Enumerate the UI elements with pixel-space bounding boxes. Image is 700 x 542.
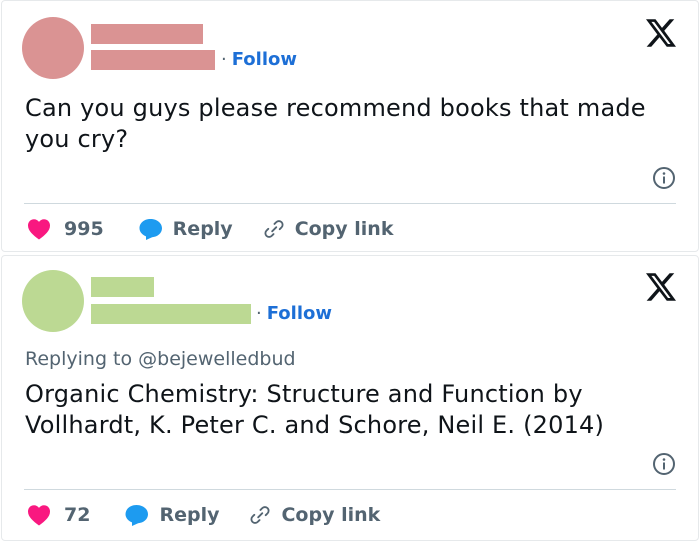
copy-link-label: Copy link [294,218,394,240]
username-redacted[interactable] [91,50,215,70]
action-bar: 72 Reply Copy link [27,500,676,530]
avatar[interactable] [22,270,84,332]
tweet-text: Organic Chemistry: Structure and Functio… [25,380,605,439]
follow-separator: · [221,49,227,70]
speech-bubble-icon [125,505,149,526]
link-icon [250,506,270,524]
follow-label: Follow [266,303,333,324]
display-name-redacted[interactable] [91,277,154,297]
tweet-card-reply: · Follow Replying to @bejewelledbud Organ… [1,255,699,541]
username-redacted[interactable] [91,304,251,324]
like-button[interactable]: 995 [27,218,104,240]
action-bar: 995 Reply Copy link [27,214,676,244]
like-button[interactable]: 72 [27,504,90,526]
link-icon [264,220,284,238]
replying-to[interactable]: Replying to @bejewelledbud [25,348,296,370]
copy-link-button[interactable]: Copy link [249,504,380,526]
heart-icon [28,219,50,240]
info-icon[interactable] [652,166,676,190]
follow-link[interactable]: · Follow [256,303,332,324]
follow-link[interactable]: · Follow [221,49,297,70]
x-logo-icon[interactable] [646,273,676,301]
heart-icon [28,505,50,526]
copy-link-label: Copy link [281,504,381,526]
speech-bubble-icon [139,219,162,240]
divider [24,203,676,204]
follow-label: Follow [231,49,298,70]
copy-link-button[interactable]: Copy link [263,218,394,240]
display-name-redacted[interactable] [91,24,203,44]
like-count: 72 [64,504,91,526]
reply-label: Reply [172,218,233,240]
reply-label: Reply [159,504,220,526]
reply-button[interactable]: Reply [125,504,219,526]
reply-button[interactable]: Reply [139,218,233,240]
tweet-card-original: · Follow Can you guys please recommend bo… [1,0,699,252]
tweet-text: Can you guys please recommend books that… [25,94,646,153]
follow-separator: · [256,303,262,324]
x-logo-icon[interactable] [646,19,676,47]
info-icon[interactable] [652,452,676,476]
divider [24,489,676,490]
like-count: 995 [64,218,104,240]
avatar[interactable] [22,17,84,79]
